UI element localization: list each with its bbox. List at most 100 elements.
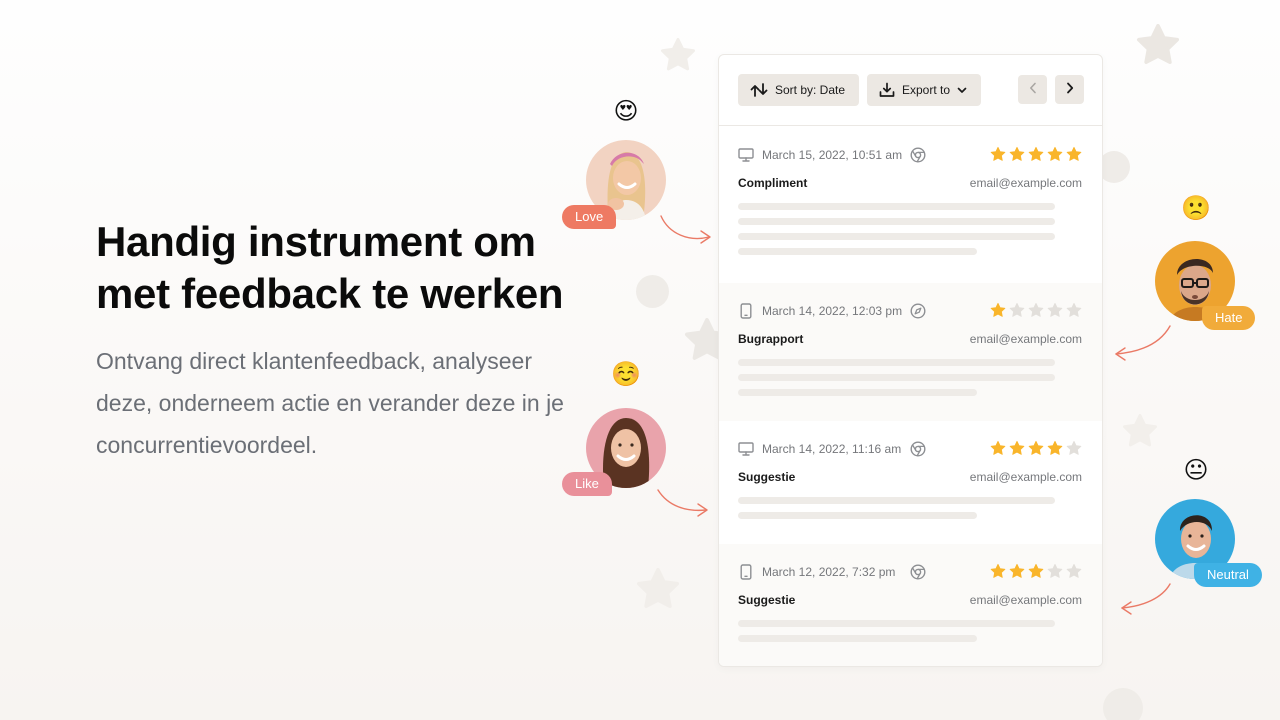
toolbar: Sort by: Date Export to bbox=[719, 55, 1102, 126]
sort-icon bbox=[750, 83, 768, 97]
feedback-text-placeholder bbox=[738, 359, 1055, 404]
desktop-icon bbox=[738, 147, 754, 163]
text-placeholder-line bbox=[738, 389, 977, 396]
export-button[interactable]: Export to bbox=[867, 74, 981, 106]
feedback-text-placeholder bbox=[738, 497, 1055, 527]
chevron-right-icon bbox=[1066, 81, 1074, 99]
feedback-row[interactable]: March 12, 2022, 7:32 pm Suggestie email@… bbox=[719, 544, 1102, 666]
text-placeholder-line bbox=[738, 218, 1055, 225]
curved-arrow-icon bbox=[1115, 325, 1171, 361]
text-placeholder-line bbox=[738, 203, 1055, 210]
feedback-date: March 14, 2022, 12:03 pm bbox=[762, 304, 903, 318]
text-placeholder-line bbox=[738, 374, 1055, 381]
star-filled-icon bbox=[1047, 146, 1063, 161]
chevron-left-icon bbox=[1029, 81, 1037, 99]
feedback-type: Bugrapport bbox=[738, 332, 804, 346]
like-badge: Like bbox=[562, 472, 612, 496]
feedback-text-placeholder bbox=[738, 620, 1055, 650]
text-placeholder-line bbox=[738, 359, 1055, 366]
star-empty-icon bbox=[1009, 302, 1025, 317]
decorative-star-icon bbox=[1122, 414, 1158, 448]
feedback-panel: Sort by: Date Export to March 15, 2022, … bbox=[718, 54, 1103, 667]
star-rating bbox=[990, 302, 1082, 318]
sort-label: Sort by: Date bbox=[775, 83, 846, 97]
feedback-email[interactable]: email@example.com bbox=[970, 593, 1082, 607]
star-filled-icon bbox=[1028, 146, 1044, 161]
star-empty-icon bbox=[1066, 302, 1082, 317]
decorative-star-icon bbox=[636, 568, 680, 610]
text-placeholder-line bbox=[738, 620, 1055, 627]
safari-icon bbox=[910, 303, 926, 319]
decorative-star-icon bbox=[1136, 24, 1180, 66]
export-label: Export to bbox=[902, 83, 951, 97]
text-placeholder-line bbox=[738, 248, 977, 255]
curved-arrow-icon bbox=[660, 215, 711, 244]
star-rating bbox=[990, 440, 1082, 456]
love-emoji-icon: 😍 bbox=[613, 98, 639, 125]
hate-emoji-icon: 🙁 bbox=[1181, 195, 1211, 222]
curved-arrow-icon bbox=[1121, 583, 1171, 615]
star-filled-icon bbox=[990, 146, 1006, 161]
love-badge: Love bbox=[562, 205, 617, 229]
feedback-email[interactable]: email@example.com bbox=[970, 470, 1082, 484]
next-page-button[interactable] bbox=[1055, 75, 1084, 104]
chevron-down-icon bbox=[957, 86, 967, 94]
feedback-date: March 14, 2022, 11:16 am bbox=[762, 442, 902, 456]
decorative-star-icon bbox=[660, 38, 696, 72]
feedback-row[interactable]: March 14, 2022, 12:03 pm Bugrapport emai… bbox=[719, 283, 1102, 421]
hate-badge: Hate bbox=[1202, 306, 1256, 330]
feedback-date: March 12, 2022, 7:32 pm bbox=[762, 565, 896, 579]
previous-page-button[interactable] bbox=[1018, 75, 1047, 104]
neutral-badge: Neutral bbox=[1194, 563, 1262, 587]
star-filled-icon bbox=[1009, 440, 1025, 455]
desktop-icon bbox=[738, 441, 754, 457]
feedback-email[interactable]: email@example.com bbox=[970, 332, 1082, 346]
star-filled-icon bbox=[990, 302, 1006, 317]
star-rating bbox=[990, 563, 1082, 579]
page-description: Ontvang direct klantenfeedback, analysee… bbox=[96, 348, 564, 458]
chrome-icon bbox=[910, 441, 926, 457]
star-filled-icon bbox=[1009, 563, 1025, 578]
star-rating bbox=[990, 146, 1082, 162]
curved-arrow-icon bbox=[657, 489, 708, 517]
mobile-icon bbox=[738, 303, 754, 319]
feedback-meta: March 14, 2022, 12:03 pm bbox=[738, 303, 926, 319]
star-empty-icon bbox=[1066, 440, 1082, 455]
star-empty-icon bbox=[1047, 302, 1063, 317]
like-emoji-icon: ☺️ bbox=[611, 361, 641, 388]
feedback-type: Suggestie bbox=[738, 470, 796, 484]
feedback-row[interactable]: March 14, 2022, 11:16 am Suggestie email… bbox=[719, 421, 1102, 544]
feedback-meta: March 12, 2022, 7:32 pm bbox=[738, 564, 926, 580]
page-title: Handig instrument om met feedback te wer… bbox=[96, 218, 564, 317]
text-placeholder-line bbox=[738, 497, 1055, 504]
text-placeholder-line bbox=[738, 512, 977, 519]
feedback-meta: March 15, 2022, 10:51 am bbox=[738, 147, 926, 163]
mobile-icon bbox=[738, 564, 754, 580]
feedback-meta: March 14, 2022, 11:16 am bbox=[738, 441, 926, 457]
download-icon bbox=[879, 82, 895, 98]
decorative-circle bbox=[1103, 688, 1143, 720]
star-empty-icon bbox=[1066, 563, 1082, 578]
star-filled-icon bbox=[990, 563, 1006, 578]
chrome-icon bbox=[910, 564, 926, 580]
decorative-circle bbox=[636, 275, 669, 308]
feedback-text-placeholder bbox=[738, 203, 1055, 263]
star-empty-icon bbox=[1028, 302, 1044, 317]
text-placeholder-line bbox=[738, 233, 1055, 240]
feedback-date: March 15, 2022, 10:51 am bbox=[762, 148, 903, 162]
star-filled-icon bbox=[1066, 146, 1082, 161]
feedback-type: Suggestie bbox=[738, 593, 796, 607]
neutral-emoji-icon: 😐 bbox=[1183, 457, 1209, 484]
text-placeholder-line bbox=[738, 635, 977, 642]
feedback-email[interactable]: email@example.com bbox=[970, 176, 1082, 190]
star-filled-icon bbox=[1047, 440, 1063, 455]
sort-button[interactable]: Sort by: Date bbox=[738, 74, 859, 106]
feedback-row[interactable]: March 15, 2022, 10:51 am Compliment emai… bbox=[719, 127, 1102, 283]
star-filled-icon bbox=[1028, 440, 1044, 455]
feedback-type: Compliment bbox=[738, 176, 808, 190]
star-empty-icon bbox=[1047, 563, 1063, 578]
star-filled-icon bbox=[990, 440, 1006, 455]
chrome-icon bbox=[910, 147, 926, 163]
star-filled-icon bbox=[1028, 563, 1044, 578]
star-filled-icon bbox=[1009, 146, 1025, 161]
